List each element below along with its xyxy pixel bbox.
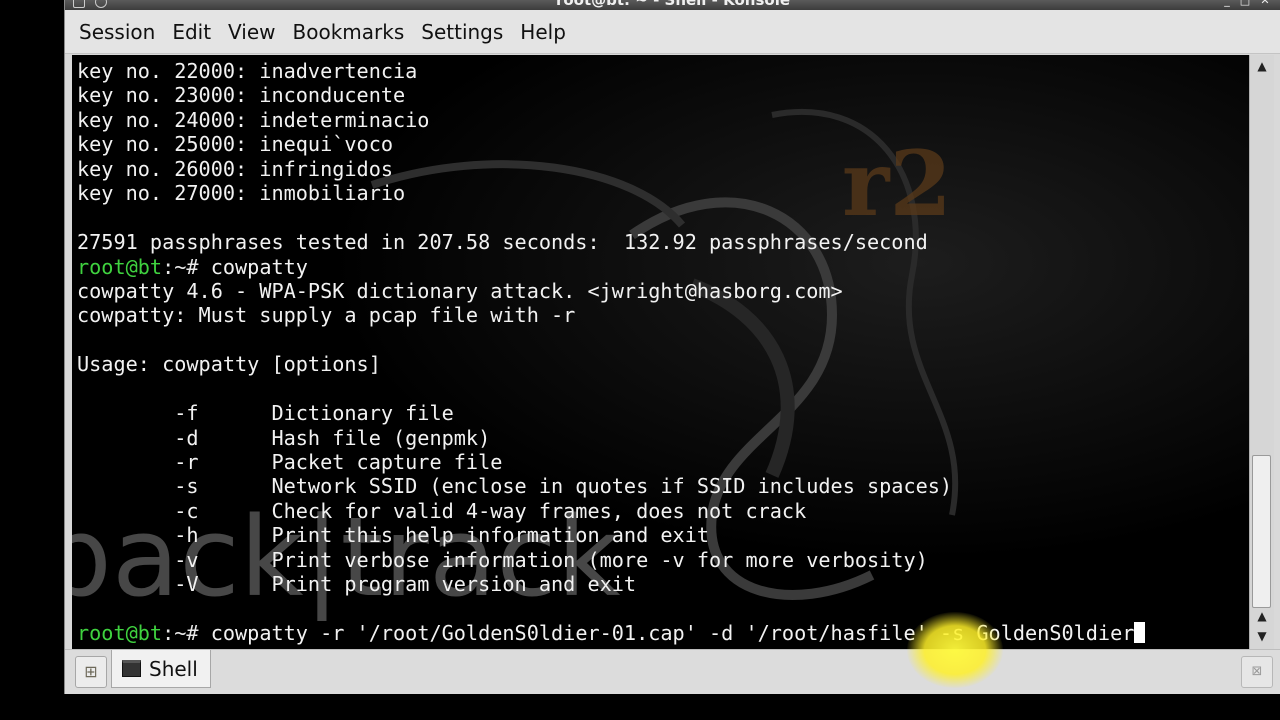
output-text: -c Check for valid 4-way frames, does no… xyxy=(77,498,807,523)
new-tab-icon[interactable]: ⊞ xyxy=(75,656,107,688)
terminal-output-line: cowpatty: Must supply a pcap file with -… xyxy=(77,303,1145,327)
output-text: key no. 24000: indeterminacio xyxy=(77,107,430,132)
output-text: 27591 passphrases tested in 207.58 secon… xyxy=(77,230,928,255)
tab-label: Shell xyxy=(149,656,198,681)
terminal-output: key no. 22000: inadvertencia key no. 2300… xyxy=(77,59,1146,646)
output-text: -f Dictionary file xyxy=(77,401,454,426)
terminal-output-line: -s Network SSID (enclose in quotes if SS… xyxy=(77,474,1145,498)
minimize-icon[interactable]: _ xyxy=(1221,0,1233,7)
terminal-output-line: -h Print this help information and exit xyxy=(77,523,1145,547)
terminal-output-line: key no. 23000: inconducente xyxy=(77,83,1145,107)
output-text: key no. 25000: inequi`voco xyxy=(77,132,394,157)
tab-shell[interactable]: Shell xyxy=(111,650,211,688)
output-text: key no. 23000: inconducente xyxy=(77,83,406,108)
desktop-edge xyxy=(0,694,1280,720)
terminal-output-line: cowpatty 4.6 - WPA-PSK dictionary attack… xyxy=(77,279,1145,303)
scroll-up-icon[interactable]: ▲ xyxy=(1253,58,1271,74)
konsole-window: root@bt: ~ - Shell - Konsole _ □ ✕ Sessi… xyxy=(64,0,1280,695)
terminal-prompt-line: root@bt:~# cowpatty xyxy=(77,255,1145,279)
close-tab-icon[interactable]: ⊠ xyxy=(1241,656,1273,688)
terminal-output-line: key no. 26000: infringidos xyxy=(77,157,1145,181)
menu-view[interactable]: View xyxy=(220,20,283,44)
prompt-user: root@bt xyxy=(77,254,163,279)
output-text: Usage: cowpatty [options] xyxy=(77,352,381,377)
terminal-output-line: -c Check for valid 4-way frames, does no… xyxy=(77,499,1145,523)
terminal-output-line: -d Hash file (genpmk) xyxy=(77,426,1145,450)
terminal-output-line: Usage: cowpatty [options] xyxy=(77,352,1145,376)
terminal-output-line: key no. 25000: inequi`voco xyxy=(77,132,1145,156)
terminal-view[interactable]: r2 back|track key no. 22000: inadvertenc… xyxy=(72,55,1249,649)
command-text: cowpatty xyxy=(198,254,308,279)
terminal-output-line: -V Print program version and exit xyxy=(77,572,1145,596)
window-title: root@bt: ~ - Shell - Konsole xyxy=(555,0,791,9)
terminal-output-line: key no. 24000: indeterminacio xyxy=(77,108,1145,132)
output-text: -V Print program version and exit xyxy=(77,572,637,597)
scrollbar-thumb[interactable] xyxy=(1252,455,1271,608)
output-text: key no. 22000: inadvertencia xyxy=(77,59,418,83)
output-text: key no. 26000: infringidos xyxy=(77,156,394,181)
terminal-output-line: -f Dictionary file xyxy=(77,401,1145,425)
output-text: cowpatty: Must supply a pcap file with -… xyxy=(77,303,576,328)
output-text: key no. 27000: inmobiliario xyxy=(77,181,406,206)
terminal-scrollbar[interactable]: ▲ ▲ ▼ xyxy=(1249,55,1274,649)
menu-bookmarks[interactable]: Bookmarks xyxy=(285,20,413,44)
tab-bar: ⊞ Shell ⊠ xyxy=(65,649,1280,695)
command-text: cowpatty -r '/root/GoldenS0ldier-01.cap'… xyxy=(198,621,1135,646)
output-text: -d Hash file (genpmk) xyxy=(77,425,491,450)
menu-bar: Session Edit View Bookmarks Settings Hel… xyxy=(65,10,1280,54)
prompt-path: :~# xyxy=(162,254,199,279)
scroll-up-icon[interactable]: ▲ xyxy=(1253,608,1271,624)
menu-edit[interactable]: Edit xyxy=(164,20,219,44)
menu-help[interactable]: Help xyxy=(512,20,574,44)
scroll-down-icon[interactable]: ▼ xyxy=(1253,628,1271,644)
terminal-output-line: -v Print verbose information (more -v fo… xyxy=(77,548,1145,572)
menu-settings[interactable]: Settings xyxy=(413,20,511,44)
text-cursor xyxy=(1134,622,1146,644)
prompt-user: root@bt xyxy=(77,621,163,646)
output-text: -s Network SSID (enclose in quotes if SS… xyxy=(77,474,953,499)
output-text: -h Print this help information and exit xyxy=(77,523,710,548)
title-bar[interactable]: root@bt: ~ - Shell - Konsole _ □ ✕ xyxy=(65,0,1280,10)
terminal-output-line: 27591 passphrases tested in 207.58 secon… xyxy=(77,230,1145,254)
close-icon[interactable]: ✕ xyxy=(1259,0,1271,7)
terminal-output-line: -r Packet capture file xyxy=(77,450,1145,474)
prompt-path: :~# xyxy=(162,621,199,646)
terminal-output-line: key no. 22000: inadvertencia xyxy=(77,59,1145,83)
menu-session[interactable]: Session xyxy=(71,20,163,44)
output-text: cowpatty 4.6 - WPA-PSK dictionary attack… xyxy=(77,278,843,303)
output-text: -r Packet capture file xyxy=(77,450,503,474)
terminal-output-line: key no. 27000: inmobiliario xyxy=(77,181,1145,205)
terminal-prompt-line: root@bt:~# cowpatty -r '/root/GoldenS0ld… xyxy=(77,621,1146,646)
maximize-icon[interactable]: □ xyxy=(1239,0,1251,7)
terminal-icon xyxy=(122,660,141,677)
output-text: -v Print verbose information (more -v fo… xyxy=(77,547,928,572)
